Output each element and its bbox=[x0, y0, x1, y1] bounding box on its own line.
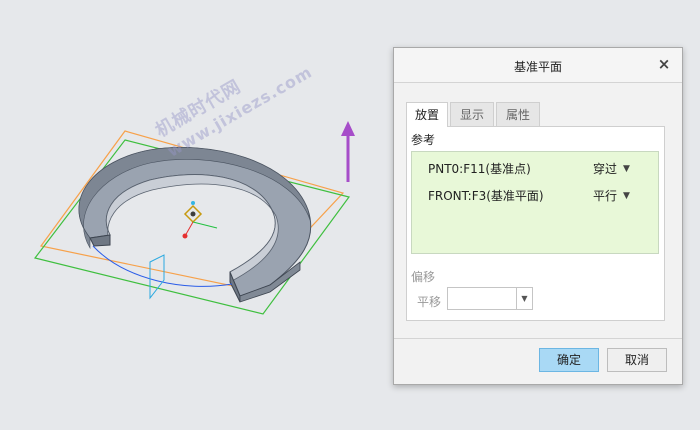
tab-properties[interactable]: 属性 bbox=[496, 102, 540, 126]
reference-name: PNT0:F11(基准点) bbox=[428, 162, 531, 176]
translate-combo[interactable]: ▼ bbox=[447, 287, 533, 310]
split-ring-model bbox=[78, 147, 312, 303]
reference-row[interactable]: FRONT:F3(基准平面) 平行 ▼ bbox=[412, 185, 658, 207]
reference-name: FRONT:F3(基准平面) bbox=[428, 189, 544, 203]
references-list[interactable]: PNT0:F11(基准点) 穿过 ▼ FRONT:F3(基准平面) 平行 ▼ bbox=[411, 151, 659, 254]
tab-placement[interactable]: 放置 bbox=[406, 102, 448, 127]
placement-panel: 参考 PNT0:F11(基准点) 穿过 ▼ FRONT:F3(基准平面) 平行 … bbox=[406, 126, 665, 321]
constraint-dropdown[interactable]: 平行 bbox=[593, 185, 617, 207]
chevron-down-icon[interactable]: ▼ bbox=[516, 288, 532, 309]
cancel-button[interactable]: 取消 bbox=[607, 348, 667, 372]
references-label: 参考 bbox=[411, 133, 436, 147]
sketch-arc bbox=[92, 245, 233, 287]
direction-arrow bbox=[341, 121, 355, 182]
chevron-down-icon[interactable]: ▼ bbox=[623, 158, 630, 180]
reference-row[interactable]: PNT0:F11(基准点) 穿过 ▼ bbox=[412, 158, 658, 180]
dialog-titlebar: 基准平面 × bbox=[394, 48, 682, 83]
close-icon[interactable]: × bbox=[656, 55, 672, 73]
datum-plane-dialog: 基准平面 × 放置 显示 属性 参考 PNT0:F11(基准点) 穿过 ▼ FR… bbox=[393, 47, 683, 385]
datum-point-symbol bbox=[182, 201, 218, 239]
tab-display[interactable]: 显示 bbox=[450, 102, 494, 126]
dialog-footer-divider bbox=[394, 338, 682, 339]
constraint-dropdown[interactable]: 穿过 bbox=[593, 158, 617, 180]
dialog-title: 基准平面 bbox=[513, 60, 562, 74]
translate-label: 平移 bbox=[417, 295, 442, 309]
ok-button[interactable]: 确定 bbox=[539, 348, 599, 372]
chevron-down-icon[interactable]: ▼ bbox=[623, 185, 630, 207]
offset-label: 偏移 bbox=[411, 270, 436, 284]
cyan-plane-marker bbox=[149, 254, 165, 300]
